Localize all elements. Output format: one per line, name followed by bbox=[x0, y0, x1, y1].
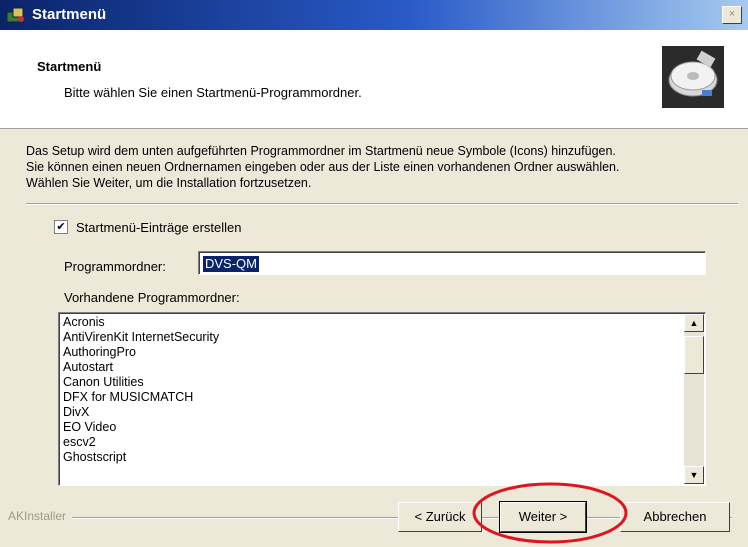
arrow-up-icon: ▲ bbox=[689, 318, 699, 328]
program-folder-input[interactable]: DVS-QM bbox=[198, 251, 706, 275]
window-title: Startmenü bbox=[32, 6, 107, 23]
list-item[interactable]: DivX bbox=[63, 405, 683, 420]
instructions-text: Das Setup wird dem unten aufgeführten Pr… bbox=[26, 143, 738, 191]
list-item[interactable]: DFX for MUSICMATCH bbox=[63, 390, 683, 405]
list-item[interactable]: Acronis bbox=[63, 315, 683, 330]
create-entries-checkbox[interactable]: ✔ bbox=[54, 220, 68, 234]
list-item[interactable]: AuthoringPro bbox=[63, 345, 683, 360]
installer-brand: AKInstaller bbox=[8, 509, 67, 523]
list-item[interactable]: Ghostscript bbox=[63, 450, 683, 465]
instructions-line: Sie können einen neuen Ordnernamen einge… bbox=[26, 160, 620, 174]
cancel-button[interactable]: Abbrechen bbox=[620, 502, 730, 532]
list-item[interactable]: Autostart bbox=[63, 360, 683, 375]
checkmark-icon: ✔ bbox=[56, 221, 66, 233]
scroll-down-button[interactable]: ▼ bbox=[684, 466, 704, 484]
existing-folders-label: Vorhandene Programmordner: bbox=[64, 290, 240, 305]
page-title: Startmenü bbox=[37, 59, 102, 74]
next-button[interactable]: Weiter > bbox=[499, 501, 587, 533]
list-item[interactable]: EO Video bbox=[63, 420, 683, 435]
instructions-line: Das Setup wird dem unten aufgeführten Pr… bbox=[26, 144, 616, 158]
title-bar: Startmenü × bbox=[0, 0, 748, 30]
installer-icon bbox=[6, 7, 24, 23]
arrow-down-icon: ▼ bbox=[689, 470, 699, 480]
page-subtitle: Bitte wählen Sie einen Startmenü-Program… bbox=[64, 85, 362, 100]
list-item[interactable]: escv2 bbox=[63, 435, 683, 450]
scroll-up-button[interactable]: ▲ bbox=[684, 314, 704, 332]
program-folder-label: Programmordner: bbox=[64, 259, 166, 274]
divider bbox=[26, 203, 738, 205]
instructions-line: Wählen Sie Weiter, um die Installation f… bbox=[26, 176, 312, 190]
list-item[interactable]: AntiVirenKit InternetSecurity bbox=[63, 330, 683, 345]
program-folder-value[interactable]: DVS-QM bbox=[203, 256, 259, 272]
scroll-thumb[interactable] bbox=[684, 336, 704, 374]
hard-disk-icon bbox=[662, 46, 724, 108]
list-scrollbar[interactable]: ▲ ▼ bbox=[684, 314, 704, 484]
existing-folders-list[interactable]: Acronis AntiVirenKit InternetSecurity Au… bbox=[58, 312, 706, 486]
create-entries-label[interactable]: Startmenü-Einträge erstellen bbox=[76, 220, 241, 235]
back-button[interactable]: < Zurück bbox=[398, 502, 482, 532]
list-item[interactable]: Canon Utilities bbox=[63, 375, 683, 390]
wizard-header: Startmenü Bitte wählen Sie einen Startme… bbox=[0, 30, 748, 129]
close-button[interactable]: × bbox=[722, 6, 742, 24]
close-icon: × bbox=[728, 8, 736, 20]
